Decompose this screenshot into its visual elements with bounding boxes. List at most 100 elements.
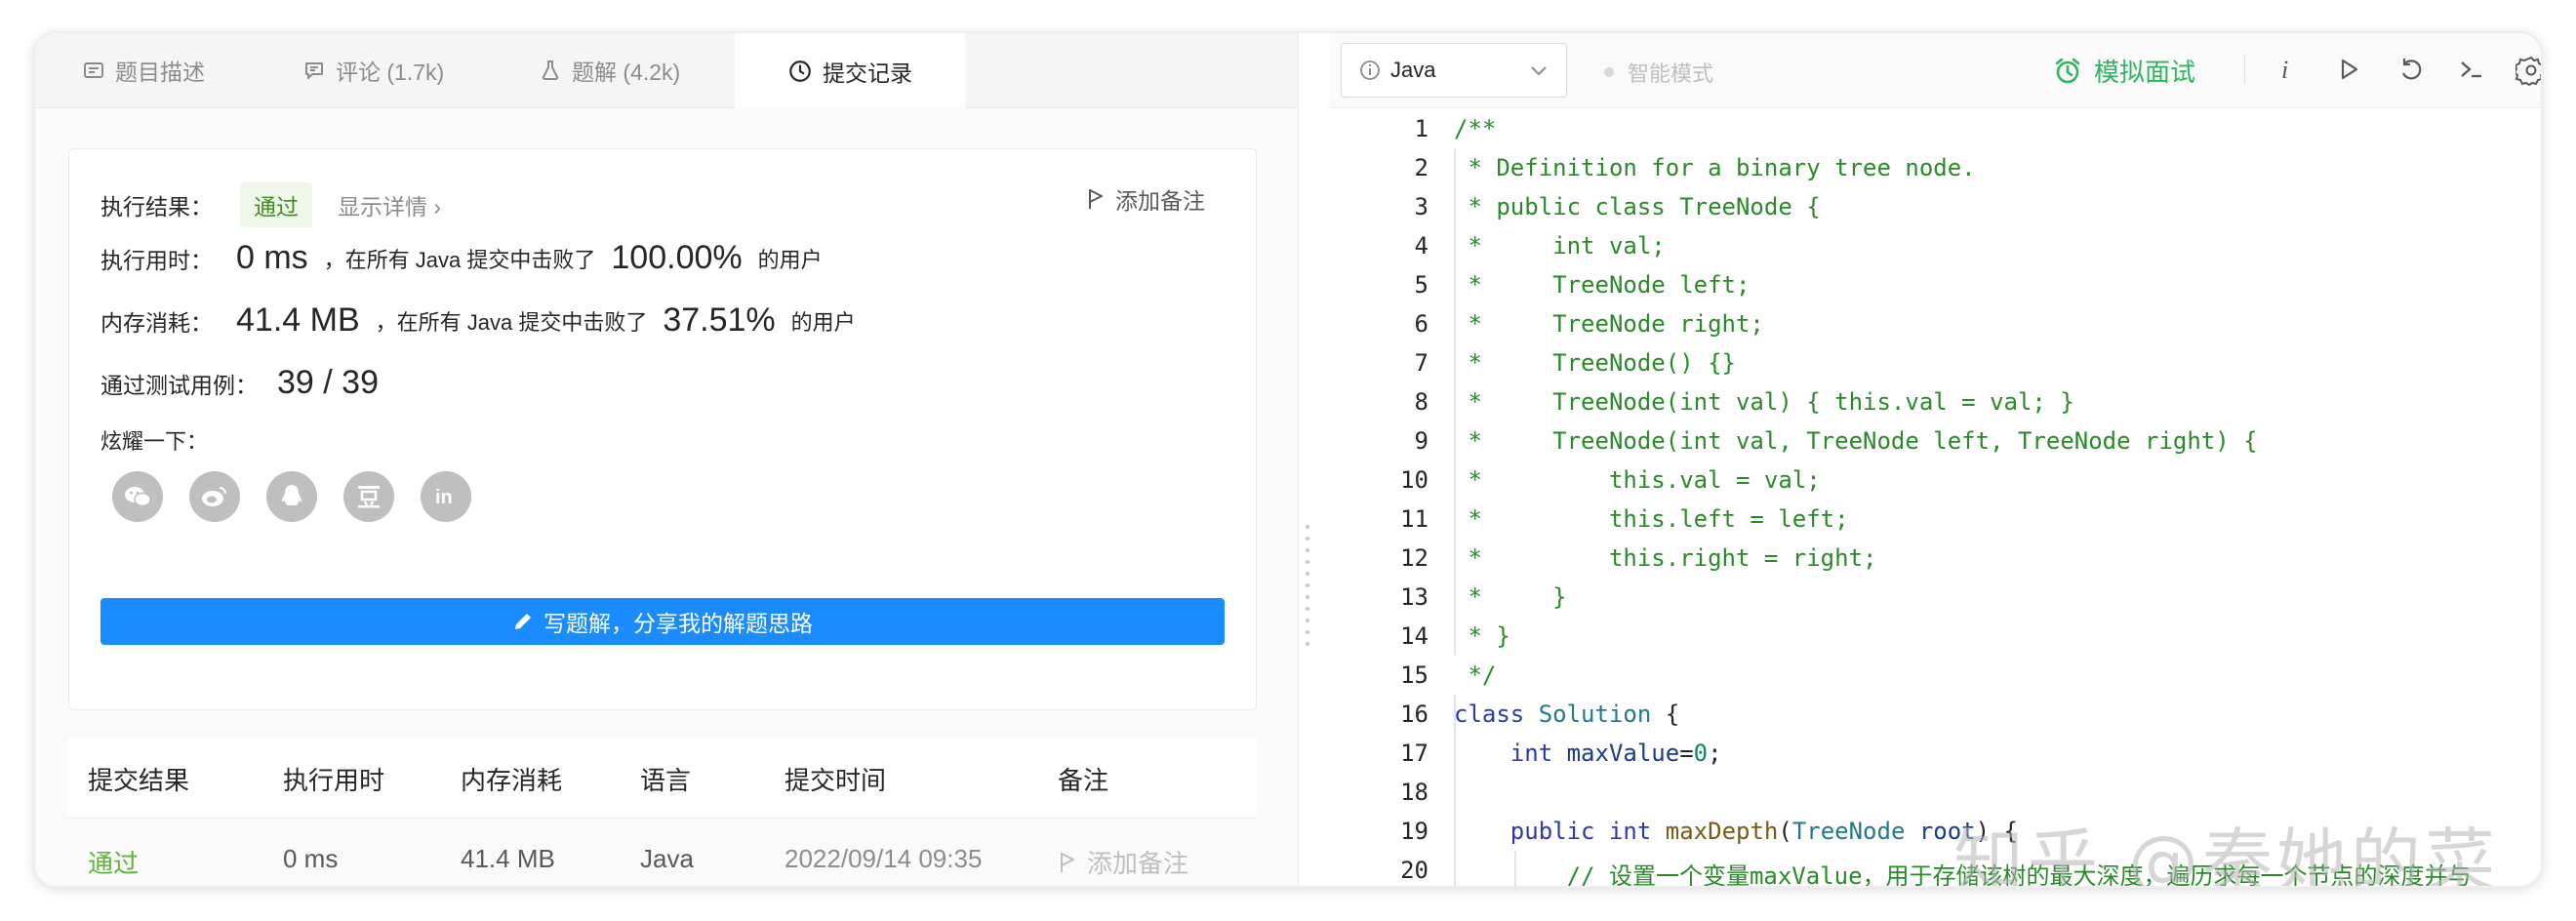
share-label: 炫耀一下： <box>101 429 209 454</box>
comment-icon <box>305 62 323 79</box>
pane-divider[interactable] <box>1298 33 1330 886</box>
code-text: /** <box>1454 115 1497 142</box>
flask-icon <box>542 60 559 80</box>
memory-label: 内存消耗： <box>101 309 213 336</box>
tab-solutions[interactable]: 题解 (4.2k) <box>539 33 680 107</box>
resize-handle[interactable] <box>1306 521 1309 650</box>
memory-suffix: 的用户 <box>790 309 856 335</box>
code-text: * TreeNode() {} <box>1454 349 1736 377</box>
language-select[interactable]: Java <box>1341 43 1567 98</box>
smart-mode-toggle[interactable]: 智能模式 <box>1604 57 1713 88</box>
add-note-button[interactable]: 添加备注 <box>1086 182 1205 216</box>
code-text: * } <box>1454 583 1567 611</box>
info-italic-icon[interactable]: i <box>2272 55 2301 89</box>
code-text: * TreeNode left; <box>1454 271 1751 299</box>
cell-time: 0 ms <box>283 844 339 873</box>
tab-description[interactable]: 题目描述 <box>82 33 205 107</box>
line-number: 16 <box>1400 701 1429 728</box>
code-text: int maxValue=0; <box>1509 740 1722 767</box>
exec-time-percent: 100.00% <box>611 239 743 276</box>
table-row[interactable]: 通过 0 ms 41.4 MB Java 2022/09/14 09:35 添加… <box>68 819 1257 886</box>
memory-percent: 37.51% <box>663 301 776 339</box>
code-line: 6 * TreeNode right; <box>1329 304 2541 343</box>
reset-icon[interactable] <box>2396 55 2426 89</box>
code-line: 10 * this.val = val; <box>1329 460 2541 500</box>
document-icon <box>84 62 103 78</box>
settings-icon[interactable] <box>2513 55 2541 91</box>
line-number: 19 <box>1400 818 1429 845</box>
code-line: 3 * public class TreeNode { <box>1329 187 2541 226</box>
table-header: 提交结果 执行用时 内存消耗 语言 提交时间 备注 <box>68 738 1257 819</box>
column-header-result: 提交结果 <box>88 766 190 795</box>
code-line: 1 /** <box>1329 109 2541 148</box>
tab-comments-label: 评论 (1.7k) <box>336 60 445 85</box>
exec-result-label: 执行结果： <box>101 194 213 220</box>
show-details-link[interactable]: 显示详情 › <box>338 188 441 221</box>
linkedin-icon[interactable]: in <box>421 471 471 522</box>
douban-icon[interactable] <box>343 471 394 522</box>
chevron-down-icon <box>1531 66 1547 76</box>
code-text: * public class TreeNode { <box>1454 193 1821 220</box>
app-window: 题目描述 评论 (1.7k) 题解 (4.2k) 提交记录 执行结果： 通过 显… <box>35 33 2541 886</box>
cell-note-label: 添加备注 <box>1087 849 1189 878</box>
submissions-table: 提交结果 执行用时 内存消耗 语言 提交时间 备注 通过 0 ms 41.4 M… <box>68 738 1257 886</box>
line-number: 11 <box>1400 505 1429 533</box>
line-number: 12 <box>1400 544 1429 572</box>
memory-desc: ，在所有 Java 提交中击败了 <box>375 309 648 335</box>
line-number: 1 <box>1414 115 1429 142</box>
code-line: 7 * TreeNode() {} <box>1329 343 2541 382</box>
line-number: 14 <box>1400 622 1429 650</box>
column-header-time: 执行用时 <box>283 766 385 795</box>
code-editor[interactable]: 1 /** 2 * Definition for a binary tree no… <box>1329 109 2541 886</box>
exec-time-row: 执行用时： 0 ms ，在所有 Java 提交中击败了 100.00% 的用户 <box>101 239 823 277</box>
mock-interview-button[interactable]: 模拟面试 <box>2053 53 2195 89</box>
exec-time-desc: ，在所有 Java 提交中击败了 <box>323 247 596 272</box>
code-line: 8 * TreeNode(int val) { this.val = val; … <box>1329 382 2541 421</box>
column-header-language: 语言 <box>640 766 692 795</box>
code-line: 9 * TreeNode(int val, TreeNode left, Tre… <box>1329 421 2541 460</box>
run-icon[interactable] <box>2334 55 2363 89</box>
editor-pane: Java 智能模式 模拟面试 i 1 /** 2 * Definition fo… <box>1329 33 2541 886</box>
tab-bar: 题目描述 评论 (1.7k) 题解 (4.2k) 提交记录 <box>35 33 1298 108</box>
code-line: 11 * this.left = left; <box>1329 500 2541 539</box>
line-number: 4 <box>1414 232 1429 260</box>
code-line: 17 int maxValue=0; <box>1329 734 2541 773</box>
write-solution-button[interactable]: 写题解，分享我的解题思路 <box>101 598 1225 645</box>
code-text: * Definition for a binary tree node. <box>1454 154 1976 181</box>
code-line: 13 * } <box>1329 578 2541 617</box>
tab-submissions[interactable]: 提交记录 <box>735 33 965 108</box>
code-text: * int val; <box>1454 232 1666 260</box>
weibo-icon[interactable] <box>189 471 240 522</box>
code-text: * this.val = val; <box>1454 466 1821 494</box>
status-badge: 通过 <box>240 182 312 227</box>
exec-time-label: 执行用时： <box>101 247 213 273</box>
code-text: * } <box>1454 622 1510 650</box>
left-pane: 题目描述 评论 (1.7k) 题解 (4.2k) 提交记录 执行结果： 通过 显… <box>35 33 1298 886</box>
info-icon <box>1360 60 1380 80</box>
exec-time-value: 0 ms <box>236 239 308 276</box>
line-number: 2 <box>1414 154 1429 181</box>
clock-icon <box>789 60 811 82</box>
tab-comments[interactable]: 评论 (1.7k) <box>302 33 444 107</box>
exec-time-suffix: 的用户 <box>757 247 823 272</box>
code-line: 4 * int val; <box>1329 226 2541 265</box>
line-number: 15 <box>1400 661 1429 689</box>
wechat-icon[interactable] <box>112 471 163 522</box>
mock-interview-label: 模拟面试 <box>2094 58 2196 87</box>
code-line: 14 * } <box>1329 617 2541 656</box>
console-icon[interactable] <box>2457 55 2486 89</box>
language-value: Java <box>1390 58 1436 82</box>
code-line: 16 class Solution { <box>1329 695 2541 734</box>
memory-row: 内存消耗： 41.4 MB ，在所有 Java 提交中击败了 37.51% 的用… <box>101 301 856 340</box>
line-number: 3 <box>1414 193 1429 220</box>
tab-description-label: 题目描述 <box>115 60 205 85</box>
code-text: * this.left = left; <box>1454 505 1849 533</box>
code-text: */ <box>1454 661 1497 689</box>
cell-add-note-button[interactable]: 添加备注 <box>1058 844 1188 880</box>
code-text: * TreeNode right; <box>1454 310 1764 338</box>
add-note-label: 添加备注 <box>1115 188 1205 214</box>
qq-icon[interactable] <box>266 471 317 522</box>
svg-text:in: in <box>435 487 453 508</box>
alarm-clock-icon <box>2055 58 2080 83</box>
cell-result[interactable]: 通过 <box>88 844 139 880</box>
